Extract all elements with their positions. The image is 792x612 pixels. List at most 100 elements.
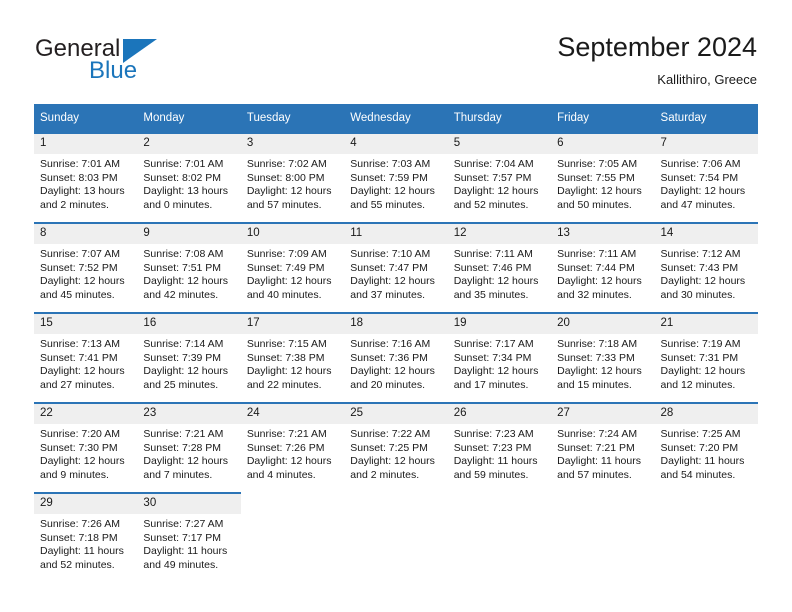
calendar-day-cell[interactable]: 7 Sunrise: 7:06 AM Sunset: 7:54 PM Daylight… <box>654 132 758 223</box>
sunset-text: Sunset: 7:33 PM <box>557 351 635 364</box>
day-number <box>240 494 345 514</box>
calendar-day-cell[interactable]: 23 Sunrise: 7:21 AM Sunset: 7:28 PM Dayligh… <box>137 402 241 493</box>
calendar-day-cell[interactable]: 2 Sunrise: 7:01 AM Sunset: 8:02 PM Daylight… <box>137 132 241 223</box>
page-title: September 2024 <box>557 32 757 62</box>
sunset-text: Sunset: 7:23 PM <box>453 441 532 454</box>
sunrise-text: Sunrise: 7:05 AM <box>557 158 638 170</box>
calendar-day-cell[interactable]: 26 Sunrise: 7:23 AM Sunset: 7:23 PM Dayligh… <box>447 402 552 493</box>
weekday-header-wednesday: Wednesday <box>344 104 448 133</box>
sunrise-text: Sunrise: 7:08 AM <box>143 248 224 260</box>
calendar-day-cell[interactable]: 10 Sunrise: 7:09 AM Sunset: 7:49 PM Dayligh… <box>240 222 345 313</box>
calendar-day-cell[interactable]: 25 Sunrise: 7:22 AM Sunset: 7:25 PM Dayligh… <box>344 402 448 493</box>
sunrise-text: Sunrise: 7:24 AM <box>557 428 638 440</box>
sunrise-text: Sunrise: 7:20 AM <box>40 428 120 440</box>
calendar-day-cell[interactable]: 17 Sunrise: 7:15 AM Sunset: 7:38 PM Dayligh… <box>240 312 345 403</box>
calendar-day-cell[interactable]: 18 Sunrise: 7:16 AM Sunset: 7:36 PM Dayligh… <box>344 312 448 403</box>
calendar-day-cell[interactable]: 13 Sunrise: 7:11 AM Sunset: 7:44 PM Dayligh… <box>551 222 655 313</box>
sunrise-text: Sunrise: 7:03 AM <box>350 158 431 170</box>
day-number: 7 <box>654 134 758 154</box>
calendar-day-cell[interactable]: 5 Sunrise: 7:04 AM Sunset: 7:57 PM Daylight… <box>447 132 552 223</box>
day-number: 22 <box>34 404 138 424</box>
calendar-day-cell-empty <box>654 492 758 582</box>
calendar-day-cell[interactable]: 15 Sunrise: 7:13 AM Sunset: 7:41 PM Dayligh… <box>34 312 138 403</box>
location-subtitle: Kallithiro, Greece <box>657 72 757 87</box>
calendar-day-cell[interactable]: 14 Sunrise: 7:12 AM Sunset: 7:43 PM Dayligh… <box>654 222 758 313</box>
day-details: Sunrise: 7:13 AM Sunset: 7:41 PM Daylight:… <box>34 334 137 392</box>
calendar-day-cell[interactable]: 30 Sunrise: 7:27 AM Sunset: 7:17 PM Dayligh… <box>137 492 241 582</box>
sunrise-text: Sunrise: 7:09 AM <box>246 248 327 260</box>
day-details: Sunrise: 7:16 AM Sunset: 7:36 PM Daylight:… <box>344 334 447 392</box>
day-details: Sunrise: 7:06 AM Sunset: 7:54 PM Daylight:… <box>655 154 758 212</box>
sunrise-text: Sunrise: 7:16 AM <box>350 338 431 350</box>
calendar-day-cell[interactable]: 4 Sunrise: 7:03 AM Sunset: 7:59 PM Daylight… <box>344 132 448 223</box>
sunrise-text: Sunrise: 7:27 AM <box>143 518 224 530</box>
day-number: 11 <box>344 224 448 244</box>
calendar-day-cell[interactable]: 12 Sunrise: 7:11 AM Sunset: 7:46 PM Dayligh… <box>447 222 552 313</box>
daylight-text: Daylight: 11 hours and 49 minutes. <box>143 545 228 571</box>
calendar-day-cell[interactable]: 20 Sunrise: 7:18 AM Sunset: 7:33 PM Dayligh… <box>551 312 655 403</box>
day-details: Sunrise: 7:21 AM Sunset: 7:26 PM Daylight:… <box>241 424 344 482</box>
calendar-day-cell[interactable]: 28 Sunrise: 7:25 AM Sunset: 7:20 PM Dayligh… <box>654 402 758 493</box>
sunset-text: Sunset: 7:17 PM <box>143 531 222 544</box>
day-details: Sunrise: 7:01 AM Sunset: 8:03 PM Daylight:… <box>34 154 137 212</box>
calendar-day-cell[interactable]: 11 Sunrise: 7:10 AM Sunset: 7:47 PM Dayligh… <box>344 222 448 313</box>
day-number: 24 <box>240 404 345 424</box>
day-details: Sunrise: 7:15 AM Sunset: 7:38 PM Daylight:… <box>241 334 344 392</box>
sunrise-text: Sunrise: 7:21 AM <box>143 428 224 440</box>
calendar-day-cell[interactable]: 27 Sunrise: 7:24 AM Sunset: 7:21 PM Dayligh… <box>551 402 655 493</box>
sunset-text: Sunset: 7:21 PM <box>557 441 635 454</box>
calendar-day-cell[interactable]: 1 Sunrise: 7:01 AM Sunset: 8:03 PM Daylight… <box>34 132 138 223</box>
calendar-day-cell[interactable]: 24 Sunrise: 7:21 AM Sunset: 7:26 PM Dayligh… <box>240 402 345 493</box>
calendar-day-cell[interactable]: 9 Sunrise: 7:08 AM Sunset: 7:51 PM Daylight… <box>137 222 241 313</box>
daylight-text: Daylight: 12 hours and 40 minutes. <box>246 275 332 301</box>
day-number: 25 <box>344 404 448 424</box>
calendar-day-cell[interactable]: 6 Sunrise: 7:05 AM Sunset: 7:55 PM Daylight… <box>551 132 655 223</box>
sunrise-text: Sunrise: 7:02 AM <box>246 158 327 170</box>
day-details: Sunrise: 7:11 AM Sunset: 7:44 PM Daylight:… <box>551 244 654 302</box>
logo-text-blue: Blue <box>89 57 138 84</box>
sunrise-text: Sunrise: 7:23 AM <box>453 428 534 440</box>
calendar-day-cell[interactable]: 8 Sunrise: 7:07 AM Sunset: 7:52 PM Daylight… <box>34 222 138 313</box>
day-number: 18 <box>344 314 448 334</box>
day-details: Sunrise: 7:27 AM Sunset: 7:17 PM Daylight:… <box>137 514 240 572</box>
day-number: 13 <box>551 224 655 244</box>
day-number: 1 <box>34 134 138 154</box>
calendar-day-cell[interactable]: 29 Sunrise: 7:26 AM Sunset: 7:18 PM Dayligh… <box>34 492 138 582</box>
sunrise-text: Sunrise: 7:11 AM <box>453 248 533 260</box>
day-details: Sunrise: 7:14 AM Sunset: 7:39 PM Daylight:… <box>137 334 240 392</box>
sunset-text: Sunset: 8:02 PM <box>143 171 222 184</box>
sunset-text: Sunset: 7:52 PM <box>40 261 118 274</box>
calendar-week-row: 8 Sunrise: 7:07 AM Sunset: 7:52 PM Daylight… <box>34 222 758 313</box>
daylight-text: Daylight: 13 hours and 2 minutes. <box>40 185 125 211</box>
sunset-text: Sunset: 7:31 PM <box>660 351 739 364</box>
day-details: Sunrise: 7:04 AM Sunset: 7:57 PM Daylight:… <box>448 154 551 212</box>
sunset-text: Sunset: 7:39 PM <box>143 351 222 364</box>
weekday-header-thursday: Thursday <box>447 104 552 133</box>
sunrise-text: Sunrise: 7:25 AM <box>660 428 741 440</box>
day-number: 8 <box>34 224 138 244</box>
day-details: Sunrise: 7:25 AM Sunset: 7:20 PM Daylight:… <box>655 424 758 482</box>
calendar-day-cell[interactable]: 3 Sunrise: 7:02 AM Sunset: 8:00 PM Daylight… <box>240 132 345 223</box>
calendar-day-cell[interactable]: 19 Sunrise: 7:17 AM Sunset: 7:34 PM Dayligh… <box>447 312 552 403</box>
calendar-day-cell[interactable]: 22 Sunrise: 7:20 AM Sunset: 7:30 PM Dayligh… <box>34 402 138 493</box>
calendar-day-cell-empty <box>447 492 552 582</box>
weekday-header-row: Sunday Monday Tuesday Wednesday Thursday… <box>34 104 758 133</box>
day-number: 20 <box>551 314 655 334</box>
day-number: 30 <box>137 494 241 514</box>
title-block: September 2024 Kallithiro, Greece <box>557 30 757 90</box>
daylight-text: Daylight: 12 hours and 47 minutes. <box>660 185 746 211</box>
general-blue-logo[interactable]: General Blue <box>35 36 245 88</box>
sunset-text: Sunset: 7:43 PM <box>660 261 739 274</box>
daylight-text: Daylight: 13 hours and 0 minutes. <box>143 185 229 211</box>
day-number <box>447 494 552 514</box>
calendar-day-cell[interactable]: 21 Sunrise: 7:19 AM Sunset: 7:31 PM Dayligh… <box>654 312 758 403</box>
sunrise-text: Sunrise: 7:12 AM <box>660 248 741 260</box>
sunrise-text: Sunrise: 7:13 AM <box>40 338 120 350</box>
daylight-text: Daylight: 12 hours and 32 minutes. <box>557 275 642 301</box>
day-details: Sunrise: 7:19 AM Sunset: 7:31 PM Daylight:… <box>655 334 758 392</box>
sunrise-text: Sunrise: 7:26 AM <box>40 518 120 530</box>
calendar-day-cell[interactable]: 16 Sunrise: 7:14 AM Sunset: 7:39 PM Dayligh… <box>137 312 241 403</box>
page-header: General Blue September 2024 Kallithiro, … <box>0 0 792 100</box>
calendar-grid: Sunday Monday Tuesday Wednesday Thursday… <box>34 104 758 582</box>
day-number: 28 <box>654 404 758 424</box>
